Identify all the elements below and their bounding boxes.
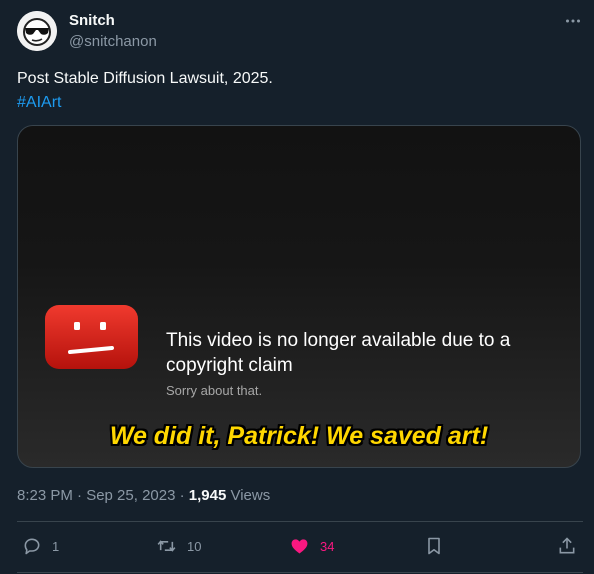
reply-icon: [24, 538, 40, 555]
video-sub-message: Sorry about that.: [166, 383, 263, 398]
bookmark-icon: [428, 537, 440, 555]
heart-filled-icon: [291, 539, 308, 554]
video-media[interactable]: This video is no longer available due to…: [17, 125, 581, 468]
divider: [17, 572, 583, 573]
youtube-sad-logo-icon: [45, 305, 138, 369]
video-caption: We did it, Patrick! We saved art!: [109, 422, 489, 450]
reply-count: 1: [52, 538, 60, 554]
repost-button[interactable]: 10: [156, 534, 201, 558]
video-unavailable-message: This video is no longer available due to…: [166, 330, 511, 376]
hashtag-link[interactable]: #AIArt: [17, 91, 273, 115]
like-button[interactable]: 34: [289, 534, 334, 558]
divider: [17, 521, 583, 522]
more-options-button[interactable]: [562, 10, 584, 32]
author-handle[interactable]: @snitchanon: [69, 33, 157, 50]
share-button[interactable]: [557, 534, 577, 558]
more-horizontal-icon: [566, 19, 580, 23]
views-label: Views: [226, 487, 271, 504]
repost-count: 10: [187, 538, 202, 554]
avatar[interactable]: [17, 11, 57, 51]
bookmark-button[interactable]: [424, 534, 444, 558]
sunglasses-face-icon: [17, 11, 57, 51]
author-name[interactable]: Snitch: [69, 12, 115, 29]
tweet-text: Post Stable Diffusion Lawsuit, 2025. #AI…: [17, 67, 273, 115]
like-count: 34: [320, 538, 335, 554]
tweet-card: Snitch @snitchanon Post Stable Diffusion…: [0, 0, 594, 574]
tweet-metadata: 8:23 PM · Sep 25, 2023 · 1,945 Views: [17, 487, 270, 504]
views-count: 1,945: [188, 487, 227, 504]
share-icon: [559, 537, 575, 554]
reply-button[interactable]: 1: [22, 534, 59, 558]
tweet-text-line: Post Stable Diffusion Lawsuit, 2025.: [17, 70, 273, 87]
repost-icon: [157, 540, 176, 552]
timestamp-link[interactable]: 8:23 PM · Sep 25, 2023 ·: [17, 487, 189, 504]
